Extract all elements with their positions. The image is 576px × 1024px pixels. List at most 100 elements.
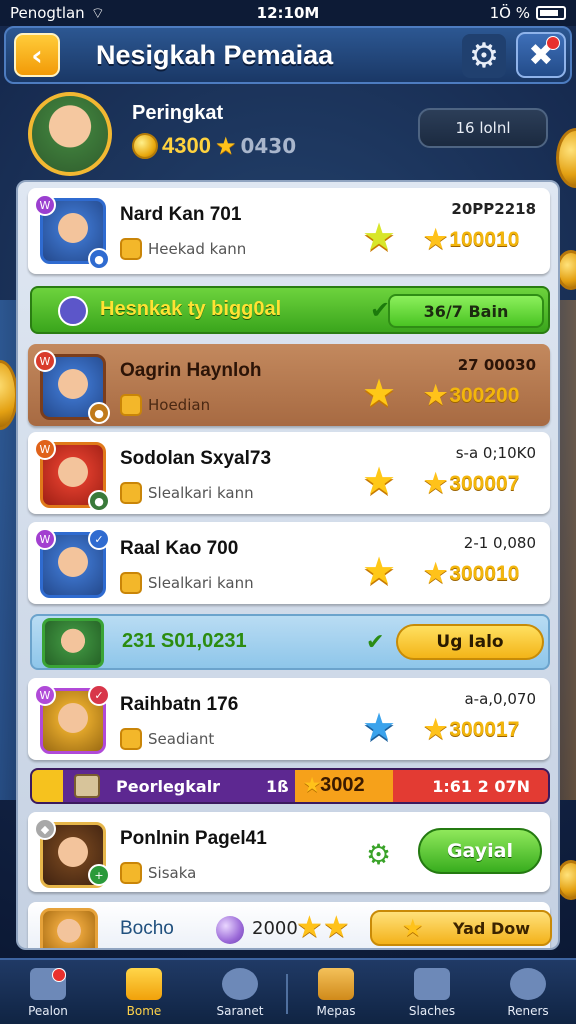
profile-stats: 4300 ★ 0430 xyxy=(132,132,296,160)
event-banner[interactable]: Peorlegkalr 1ß ★3002 1:61 2 07N xyxy=(30,768,550,804)
nav-label: Bome xyxy=(126,1004,162,1018)
reward-button[interactable]: Ug Ialo xyxy=(396,624,544,660)
player-subtitle: Slealkari kann xyxy=(120,572,254,594)
level-badge-icon: ✓ xyxy=(88,684,110,706)
player-points: ★ 300010 xyxy=(424,558,519,589)
profile-name: Peringkat xyxy=(132,102,224,124)
player-subtitle: Heekad kann xyxy=(120,238,246,260)
event-mid: 1ß xyxy=(266,777,289,796)
player-subtitle-text: Slealkari kann xyxy=(148,484,254,502)
back-button[interactable]: ‹ xyxy=(14,33,60,77)
points-value: 300017 xyxy=(449,717,520,741)
player-points: ★ 100010 xyxy=(424,224,519,255)
nav-label: Mepas xyxy=(316,1004,356,1018)
player-name: Raal Kao 700 xyxy=(120,538,239,559)
level-badge-icon: ● xyxy=(88,248,110,270)
player-subtitle: Slealkari kann xyxy=(120,482,254,504)
star-icon: ★ xyxy=(424,714,448,744)
rank-badge-icon: W xyxy=(34,194,56,216)
leaderboard-row[interactable]: W ✓ Raihbatn 176 Seadiant a-a,0,070 ★ ★ 3… xyxy=(28,678,550,760)
star-icon: ★ xyxy=(362,371,397,415)
nav-label: Saranet xyxy=(216,1004,264,1018)
leaderboard-row[interactable]: W ✓ Raal Kao 700 Slealkari kann 2-1 0,08… xyxy=(28,522,550,604)
shield-icon xyxy=(58,296,88,326)
close-button[interactable]: ✖ xyxy=(516,32,566,78)
profile-button[interactable]: 16 lolnl xyxy=(418,108,548,148)
action-button[interactable]: Gayial xyxy=(418,828,542,874)
level-badge-icon: ✓ xyxy=(88,528,110,550)
player-avatar[interactable] xyxy=(28,92,112,176)
settings-button[interactable]: ⚙ xyxy=(462,34,506,78)
rank-badge-icon: W xyxy=(34,438,56,460)
badge-icon xyxy=(120,482,142,504)
star-icon: ★ xyxy=(424,468,448,498)
highlight-text: Hesnkak ty bigg0al xyxy=(100,298,282,320)
nav-divider xyxy=(286,974,288,1014)
rank-badge-icon: ◆ xyxy=(34,818,56,840)
header-bar: ‹ Nesigkah Pemaiaa ⚙ ✖ xyxy=(4,26,572,84)
star-icon: ★ xyxy=(214,132,237,160)
badge-icon xyxy=(120,238,142,260)
level-badge-icon: ● xyxy=(88,490,110,512)
player-meta: s-a 0;10K0 xyxy=(455,444,536,462)
event-points: ★3002 xyxy=(304,774,365,797)
leaderboard-row[interactable]: W ● Oagrin Haynloh Hoedian 27 00030 ★ ★ 3… xyxy=(28,344,550,426)
player-subtitle: Seadiant xyxy=(120,728,214,750)
player-subtitle-text: Sisaka xyxy=(148,864,197,882)
map-icon xyxy=(318,968,354,1000)
nav-item-bome[interactable]: Bome xyxy=(96,960,192,1024)
reward-banner[interactable]: 231 S01,0231 ✔ Ug Ialo xyxy=(30,614,550,670)
player-name: Nard Kan 701 xyxy=(120,204,242,225)
status-bar: Penogtlan ⌔ 12:10M 1Ö % xyxy=(0,0,576,26)
leaderboard-row[interactable]: ◆ + Ponlnin Pagel41 Sisaka ⚙ Gayial xyxy=(28,812,550,892)
player-meta: a-a,0,070 xyxy=(464,690,536,708)
nav-item-saranet[interactable]: Saranet xyxy=(192,960,288,1024)
coin-icon xyxy=(132,133,158,159)
leaderboard-row[interactable]: W ● Nard Kan 701 Heekad kann 20PP2218 ★ … xyxy=(28,188,550,274)
star-icon: ★ xyxy=(304,775,321,795)
star-icon: ★ xyxy=(362,549,397,593)
player-avatar xyxy=(40,908,98,948)
ball-icon xyxy=(222,968,258,1000)
player-subtitle: Hoedian xyxy=(120,394,210,416)
reward-value: 231 S01,0231 xyxy=(122,630,247,652)
event-timer: 1:61 2 07N xyxy=(432,777,530,796)
notification-dot xyxy=(52,968,66,982)
chest-icon xyxy=(74,774,100,798)
rank-badge-icon: W xyxy=(34,528,56,550)
leaderboard-row[interactable]: W ● Sodolan Sxyal73 Slealkari kann s-a 0… xyxy=(28,432,550,514)
highlight-pill[interactable]: 36/7 Bain xyxy=(388,294,544,328)
background-coin xyxy=(556,128,576,188)
star-icon: ★ xyxy=(402,914,424,942)
player-name: Raihbatn 176 xyxy=(120,694,239,715)
battery-icon xyxy=(536,6,566,20)
player-subtitle-text: Hoedian xyxy=(148,396,211,414)
rank-badge-icon: W xyxy=(34,350,56,372)
player-avatar xyxy=(42,618,104,668)
star-icon: ★ xyxy=(362,215,397,259)
player-meta: 27 00030 xyxy=(457,356,536,374)
badge-icon xyxy=(120,572,142,594)
leaderboard-row[interactable]: Bocho 2000 ★★ ★ Yad Dow xyxy=(28,902,552,948)
highlight-banner[interactable]: Hesnkak ty bigg0al ✔ 36/7 Bain xyxy=(30,286,550,334)
nav-item-mepas[interactable]: Mepas xyxy=(288,960,384,1024)
nav-item-slaches[interactable]: Slaches xyxy=(384,960,480,1024)
profile-coins: 4300 xyxy=(162,133,211,158)
claim-button[interactable]: ★ Yad Dow xyxy=(370,910,552,946)
page-title: Nesigkah Pemaiaa xyxy=(96,39,334,70)
notification-dot xyxy=(546,36,560,50)
player-subtitle-text: Heekad kann xyxy=(148,240,247,258)
player-name: Bocho xyxy=(120,918,174,939)
castle-icon xyxy=(414,968,450,1000)
nav-label: Slaches xyxy=(408,1004,456,1018)
bottom-nav: Pealon Bome Saranet Mepas Slaches Reners xyxy=(0,958,576,1024)
level-badge-icon: + xyxy=(88,864,110,886)
player-name: Ponlnin Pagel41 xyxy=(120,828,267,849)
orb-icon xyxy=(216,916,244,944)
clock: 12:10M xyxy=(256,4,320,22)
event-points-value: 3002 xyxy=(320,774,365,796)
nav-item-reners[interactable]: Reners xyxy=(480,960,576,1024)
star-icon: ★ xyxy=(424,380,448,410)
rank-badge-icon: W xyxy=(34,684,56,706)
nav-item-pealon[interactable]: Pealon xyxy=(0,960,96,1024)
